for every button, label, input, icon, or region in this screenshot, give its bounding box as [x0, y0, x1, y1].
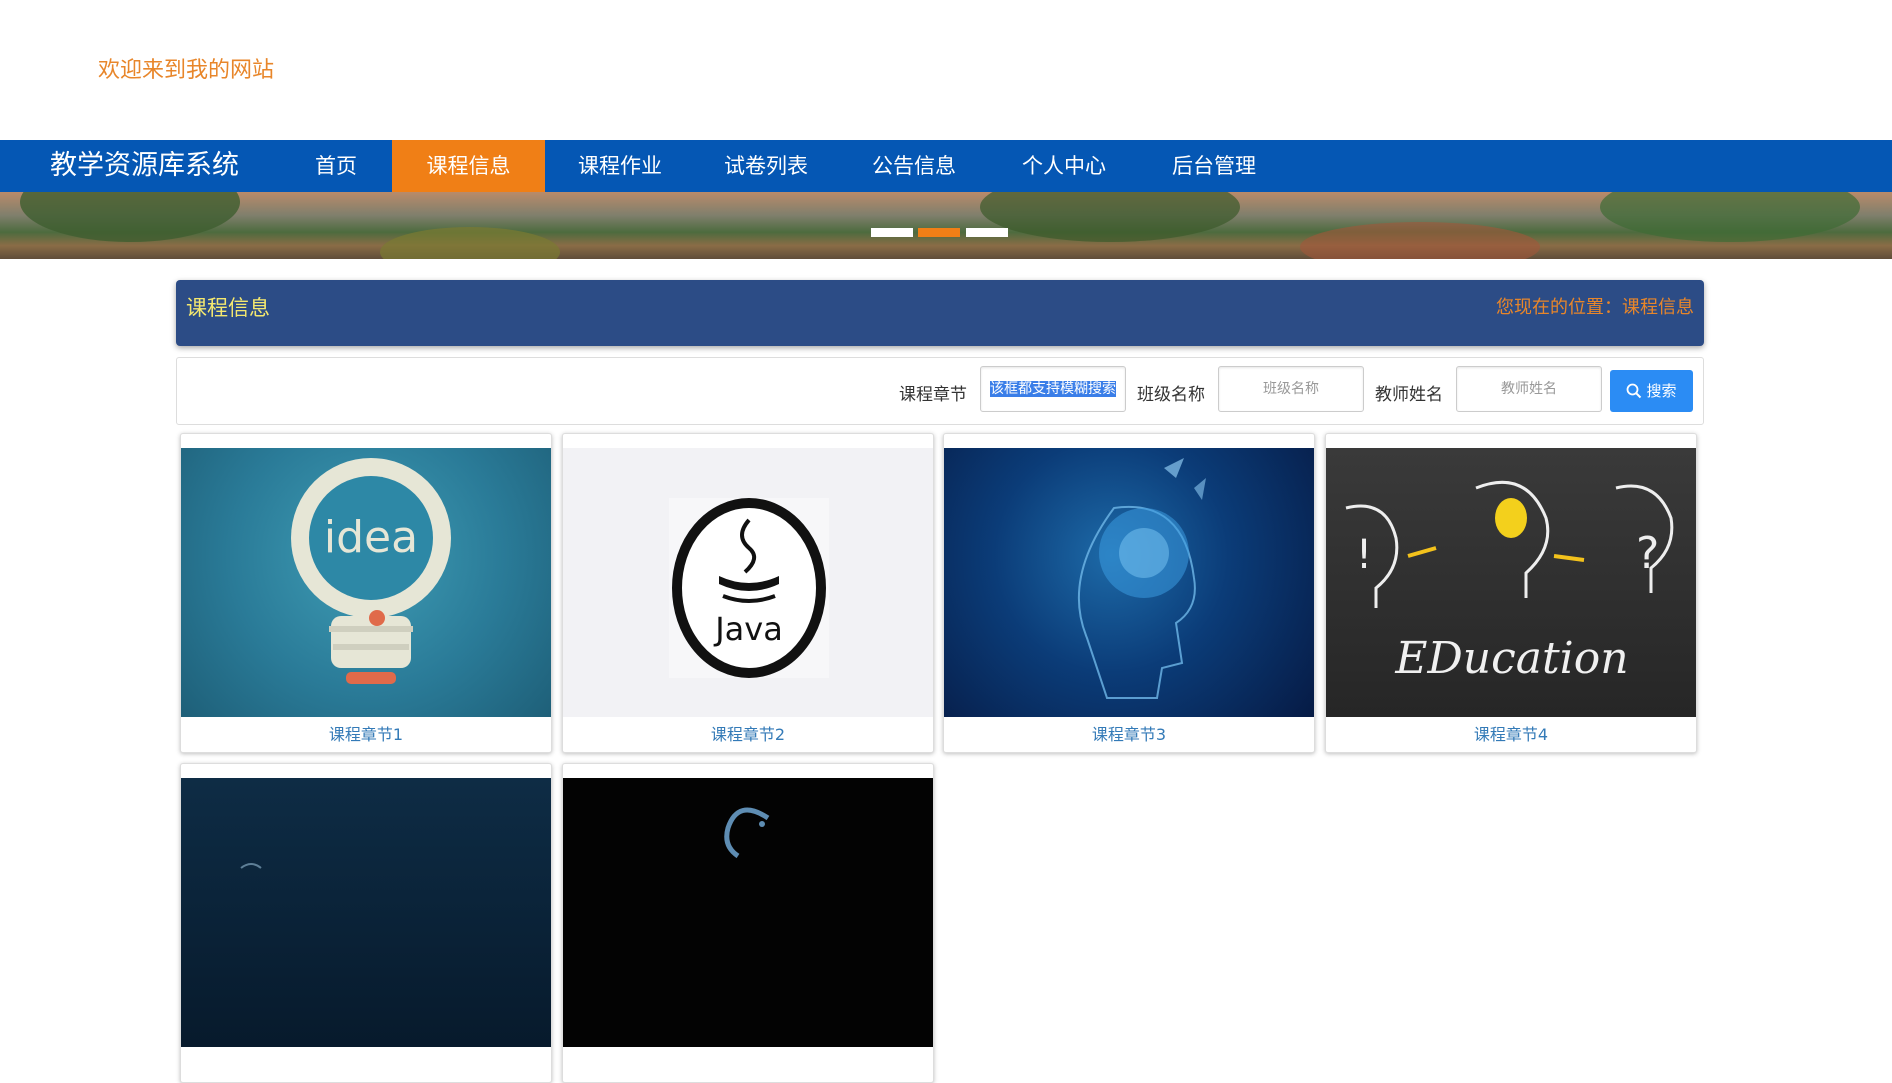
course-card-3[interactable]: 课程章节3 [943, 433, 1315, 753]
chapter-search-input[interactable]: 该框都支持模糊搜索 [980, 366, 1126, 412]
course-card-title[interactable]: 课程章节2 [563, 717, 933, 752]
svg-text:idea: idea [324, 512, 418, 563]
course-card-title[interactable]: 课程章节1 [181, 717, 551, 752]
dark-blue-course-image [181, 778, 551, 1047]
svg-text:Java: Java [713, 610, 783, 648]
chapter-search-value: 该框都支持模糊搜索 [990, 381, 1116, 397]
idea-lightbulb-image: idea [181, 448, 551, 717]
nav-item-personal-center[interactable]: 个人中心 [1006, 140, 1122, 192]
course-card-5[interactable] [180, 763, 552, 1083]
main-navbar: 教学资源库系统 首页 课程信息 课程作业 试卷列表 公告信息 个人中心 后台管理 [0, 140, 1892, 192]
search-button-label: 搜索 [1646, 382, 1677, 400]
svg-text:?: ? [1636, 528, 1659, 579]
course-card-1[interactable]: idea 课程章节1 [180, 433, 552, 753]
nav-item-course-homework[interactable]: 课程作业 [562, 140, 678, 192]
nav-item-course-info[interactable]: 课程信息 [392, 140, 545, 192]
course-card-title[interactable]: 课程章节3 [944, 717, 1314, 752]
search-icon [1627, 383, 1642, 399]
education-chalkboard-image: ! ? EDucation [1326, 448, 1696, 717]
teacher-name-label: 教师姓名 [1375, 385, 1443, 405]
java-logo-image: Java [563, 448, 933, 717]
nav-item-announcements[interactable]: 公告信息 [856, 140, 972, 192]
nav-item-admin[interactable]: 后台管理 [1156, 140, 1272, 192]
page-title: 课程信息 [186, 296, 270, 320]
carousel-dot-3[interactable] [966, 228, 1008, 237]
welcome-text: 欢迎来到我的网站 [98, 58, 275, 83]
breadcrumb: 您现在的位置：课程信息 [1496, 297, 1694, 318]
top-bar: 欢迎来到我的网站 [0, 0, 1892, 140]
svg-text:!: ! [1356, 532, 1372, 578]
carousel-dot-1[interactable] [871, 228, 913, 237]
course-card-4[interactable]: ! ? EDucation 课程章节4 [1325, 433, 1697, 753]
search-button[interactable]: 搜索 [1610, 370, 1693, 412]
search-panel: 课程章节 该框都支持模糊搜索 班级名称 班级名称 教师姓名 教师姓名 搜索 [176, 357, 1704, 425]
nav-item-home[interactable]: 首页 [296, 140, 376, 192]
course-card-2[interactable]: Java 课程章节2 [562, 433, 934, 753]
class-name-input[interactable]: 班级名称 [1218, 366, 1364, 412]
nav-item-exam-list[interactable]: 试卷列表 [708, 140, 824, 192]
course-card-6[interactable] [562, 763, 934, 1083]
carousel-dot-2[interactable] [918, 228, 960, 237]
site-brand[interactable]: 教学资源库系统 [50, 140, 239, 192]
page-header-panel: 课程信息 您现在的位置：课程信息 [176, 280, 1704, 346]
chapter-label: 课程章节 [899, 385, 967, 405]
banner-carousel[interactable] [0, 192, 1892, 259]
svg-text:EDucation: EDucation [1394, 633, 1628, 684]
teacher-name-input[interactable]: 教师姓名 [1456, 366, 1602, 412]
class-name-label: 班级名称 [1137, 385, 1205, 405]
course-card-title[interactable]: 课程章节4 [1326, 717, 1696, 752]
ai-brain-head-image [944, 448, 1314, 717]
mysql-dolphin-image [563, 778, 933, 1047]
